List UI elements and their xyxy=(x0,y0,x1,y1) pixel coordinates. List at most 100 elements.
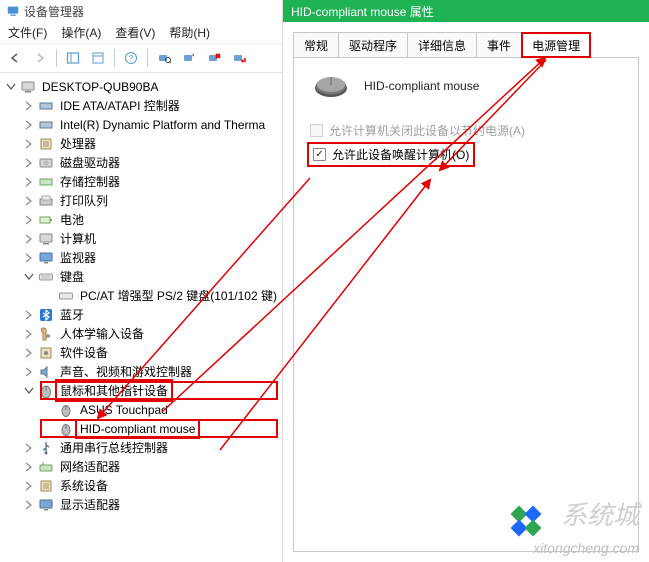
tree-node-mouse-hid[interactable]: HID-compliant mouse xyxy=(2,419,280,438)
tree-node-intel[interactable]: Intel(R) Dynamic Platform and Therma xyxy=(2,115,280,134)
tree-root[interactable]: DESKTOP-QUB90BA xyxy=(2,77,280,96)
bt-icon xyxy=(38,307,54,323)
tree-node-label: IDE ATA/ATAPI 控制器 xyxy=(58,97,182,114)
tree-node-net[interactable]: 网络适配器 xyxy=(2,457,280,476)
tree-node-label: 蓝牙 xyxy=(58,306,86,323)
expand-icon[interactable] xyxy=(22,270,36,284)
toolbar: ? xyxy=(0,44,282,73)
checkbox-power-off xyxy=(310,124,323,137)
tree-node-printq[interactable]: 打印队列 xyxy=(2,191,280,210)
tree-node-bt[interactable]: 蓝牙 xyxy=(2,305,280,324)
expand-icon[interactable] xyxy=(22,118,36,132)
titlebar-left: 设备管理器 xyxy=(0,0,282,22)
menu-help[interactable]: 帮助(H) xyxy=(169,24,210,41)
storage-icon xyxy=(38,174,54,190)
tree-node-monitor[interactable]: 监视器 xyxy=(2,248,280,267)
menu-action[interactable]: 操作(A) xyxy=(61,24,101,41)
expand-icon[interactable] xyxy=(22,384,36,398)
tree-node-keyboard[interactable]: 键盘 xyxy=(2,267,280,286)
update-driver-button[interactable] xyxy=(178,47,200,69)
device-name: HID-compliant mouse xyxy=(364,79,479,93)
menu-view[interactable]: 查看(V) xyxy=(115,24,155,41)
mouse-icon xyxy=(310,72,352,100)
tree-node-label: 磁盘驱动器 xyxy=(58,154,122,171)
toolbar-separator xyxy=(147,49,148,67)
watermark-url: xitongcheng.com xyxy=(533,540,639,556)
scan-hardware-button[interactable] xyxy=(153,47,175,69)
tree-node-usb[interactable]: 通用串行总线控制器 xyxy=(2,438,280,457)
expand-icon[interactable] xyxy=(22,213,36,227)
toolbar-separator xyxy=(56,49,57,67)
device-tree[interactable]: DESKTOP-QUB90BA IDE ATA/ATAPI 控制器Intel(R… xyxy=(0,73,282,562)
tab-details[interactable]: 详细信息 xyxy=(407,32,477,58)
tab-events[interactable]: 事件 xyxy=(476,32,522,58)
expand-icon[interactable] xyxy=(22,156,36,170)
tree-node-ide[interactable]: IDE ATA/ATAPI 控制器 xyxy=(2,96,280,115)
forward-button[interactable] xyxy=(29,47,51,69)
expand-icon[interactable] xyxy=(22,498,36,512)
tree-node-mouse-asus[interactable]: ASUS Touchpad xyxy=(2,400,280,419)
expand-icon[interactable] xyxy=(22,308,36,322)
tree-node-label: 处理器 xyxy=(58,135,98,152)
tree-node-mouse[interactable]: 鼠标和其他指针设备 xyxy=(2,381,280,400)
kb-ps2-icon xyxy=(58,288,74,304)
tree-node-sysdev[interactable]: 系统设备 xyxy=(2,476,280,495)
expand-icon[interactable] xyxy=(22,346,36,360)
monitor-icon xyxy=(38,250,54,266)
tab-power-management[interactable]: 电源管理 xyxy=(521,32,591,58)
properties-title: HID-compliant mouse 属性 xyxy=(291,3,434,20)
menu-file[interactable]: 文件(F) xyxy=(8,24,47,41)
tree-node-label: 鼠标和其他指针设备 xyxy=(58,382,170,399)
expand-icon[interactable] xyxy=(22,99,36,113)
tree-node-cpu[interactable]: 处理器 xyxy=(2,134,280,153)
disable-button[interactable] xyxy=(228,47,250,69)
tree-node-sound[interactable]: 声音、视频和游戏控制器 xyxy=(2,362,280,381)
expand-icon[interactable] xyxy=(22,232,36,246)
tree-node-sw[interactable]: 软件设备 xyxy=(2,343,280,362)
intel-icon xyxy=(38,117,54,133)
watermark-brand: 系统城 xyxy=(561,495,639,532)
show-hide-tree-button[interactable] xyxy=(62,47,84,69)
tree-node-display[interactable]: 显示适配器 xyxy=(2,495,280,514)
mouse-icon xyxy=(38,383,54,399)
tree-node-kb-ps2[interactable]: PC/AT 增强型 PS/2 键盘(101/102 键) xyxy=(2,286,280,305)
tree-node-label: ASUS Touchpad xyxy=(78,403,170,417)
tree-node-computer[interactable]: 计算机 xyxy=(2,229,280,248)
expand-icon[interactable] xyxy=(22,175,36,189)
expand-spacer xyxy=(42,403,56,417)
tree-node-label: HID-compliant mouse xyxy=(78,422,197,436)
tree-node-label: 人体学输入设备 xyxy=(58,325,146,342)
expand-icon[interactable] xyxy=(22,479,36,493)
option-allow-wake[interactable]: 允许此设备唤醒计算机(O) xyxy=(310,145,472,164)
tab-driver[interactable]: 驱动程序 xyxy=(338,32,408,58)
checkbox-wake[interactable] xyxy=(313,148,326,161)
expand-icon[interactable] xyxy=(22,327,36,341)
properties-button[interactable] xyxy=(87,47,109,69)
option-allow-power-off: 允许计算机关闭此设备以节约电源(A) xyxy=(310,122,622,139)
expand-icon[interactable] xyxy=(22,251,36,265)
expand-icon[interactable] xyxy=(22,194,36,208)
tree-node-hid[interactable]: 人体学输入设备 xyxy=(2,324,280,343)
computer-icon xyxy=(38,231,54,247)
tree-node-label: 监视器 xyxy=(58,249,98,266)
hid-icon xyxy=(38,326,54,342)
toolbar-separator xyxy=(114,49,115,67)
expand-icon[interactable] xyxy=(22,441,36,455)
tree-node-label: PC/AT 增强型 PS/2 键盘(101/102 键) xyxy=(78,287,279,304)
tree-node-label: 存储控制器 xyxy=(58,173,122,190)
tree-node-label: 电池 xyxy=(58,211,86,228)
tab-general[interactable]: 常规 xyxy=(293,32,339,58)
expand-icon[interactable] xyxy=(4,80,18,94)
uninstall-button[interactable] xyxy=(203,47,225,69)
back-button[interactable] xyxy=(4,47,26,69)
help-button[interactable]: ? xyxy=(120,47,142,69)
tree-node-battery[interactable]: 电池 xyxy=(2,210,280,229)
display-icon xyxy=(38,497,54,513)
ide-icon xyxy=(38,98,54,114)
expand-icon[interactable] xyxy=(22,460,36,474)
expand-icon[interactable] xyxy=(22,365,36,379)
expand-icon[interactable] xyxy=(22,137,36,151)
tree-node-disk[interactable]: 磁盘驱动器 xyxy=(2,153,280,172)
tree-node-label: 网络适配器 xyxy=(58,458,122,475)
tree-node-storage[interactable]: 存储控制器 xyxy=(2,172,280,191)
